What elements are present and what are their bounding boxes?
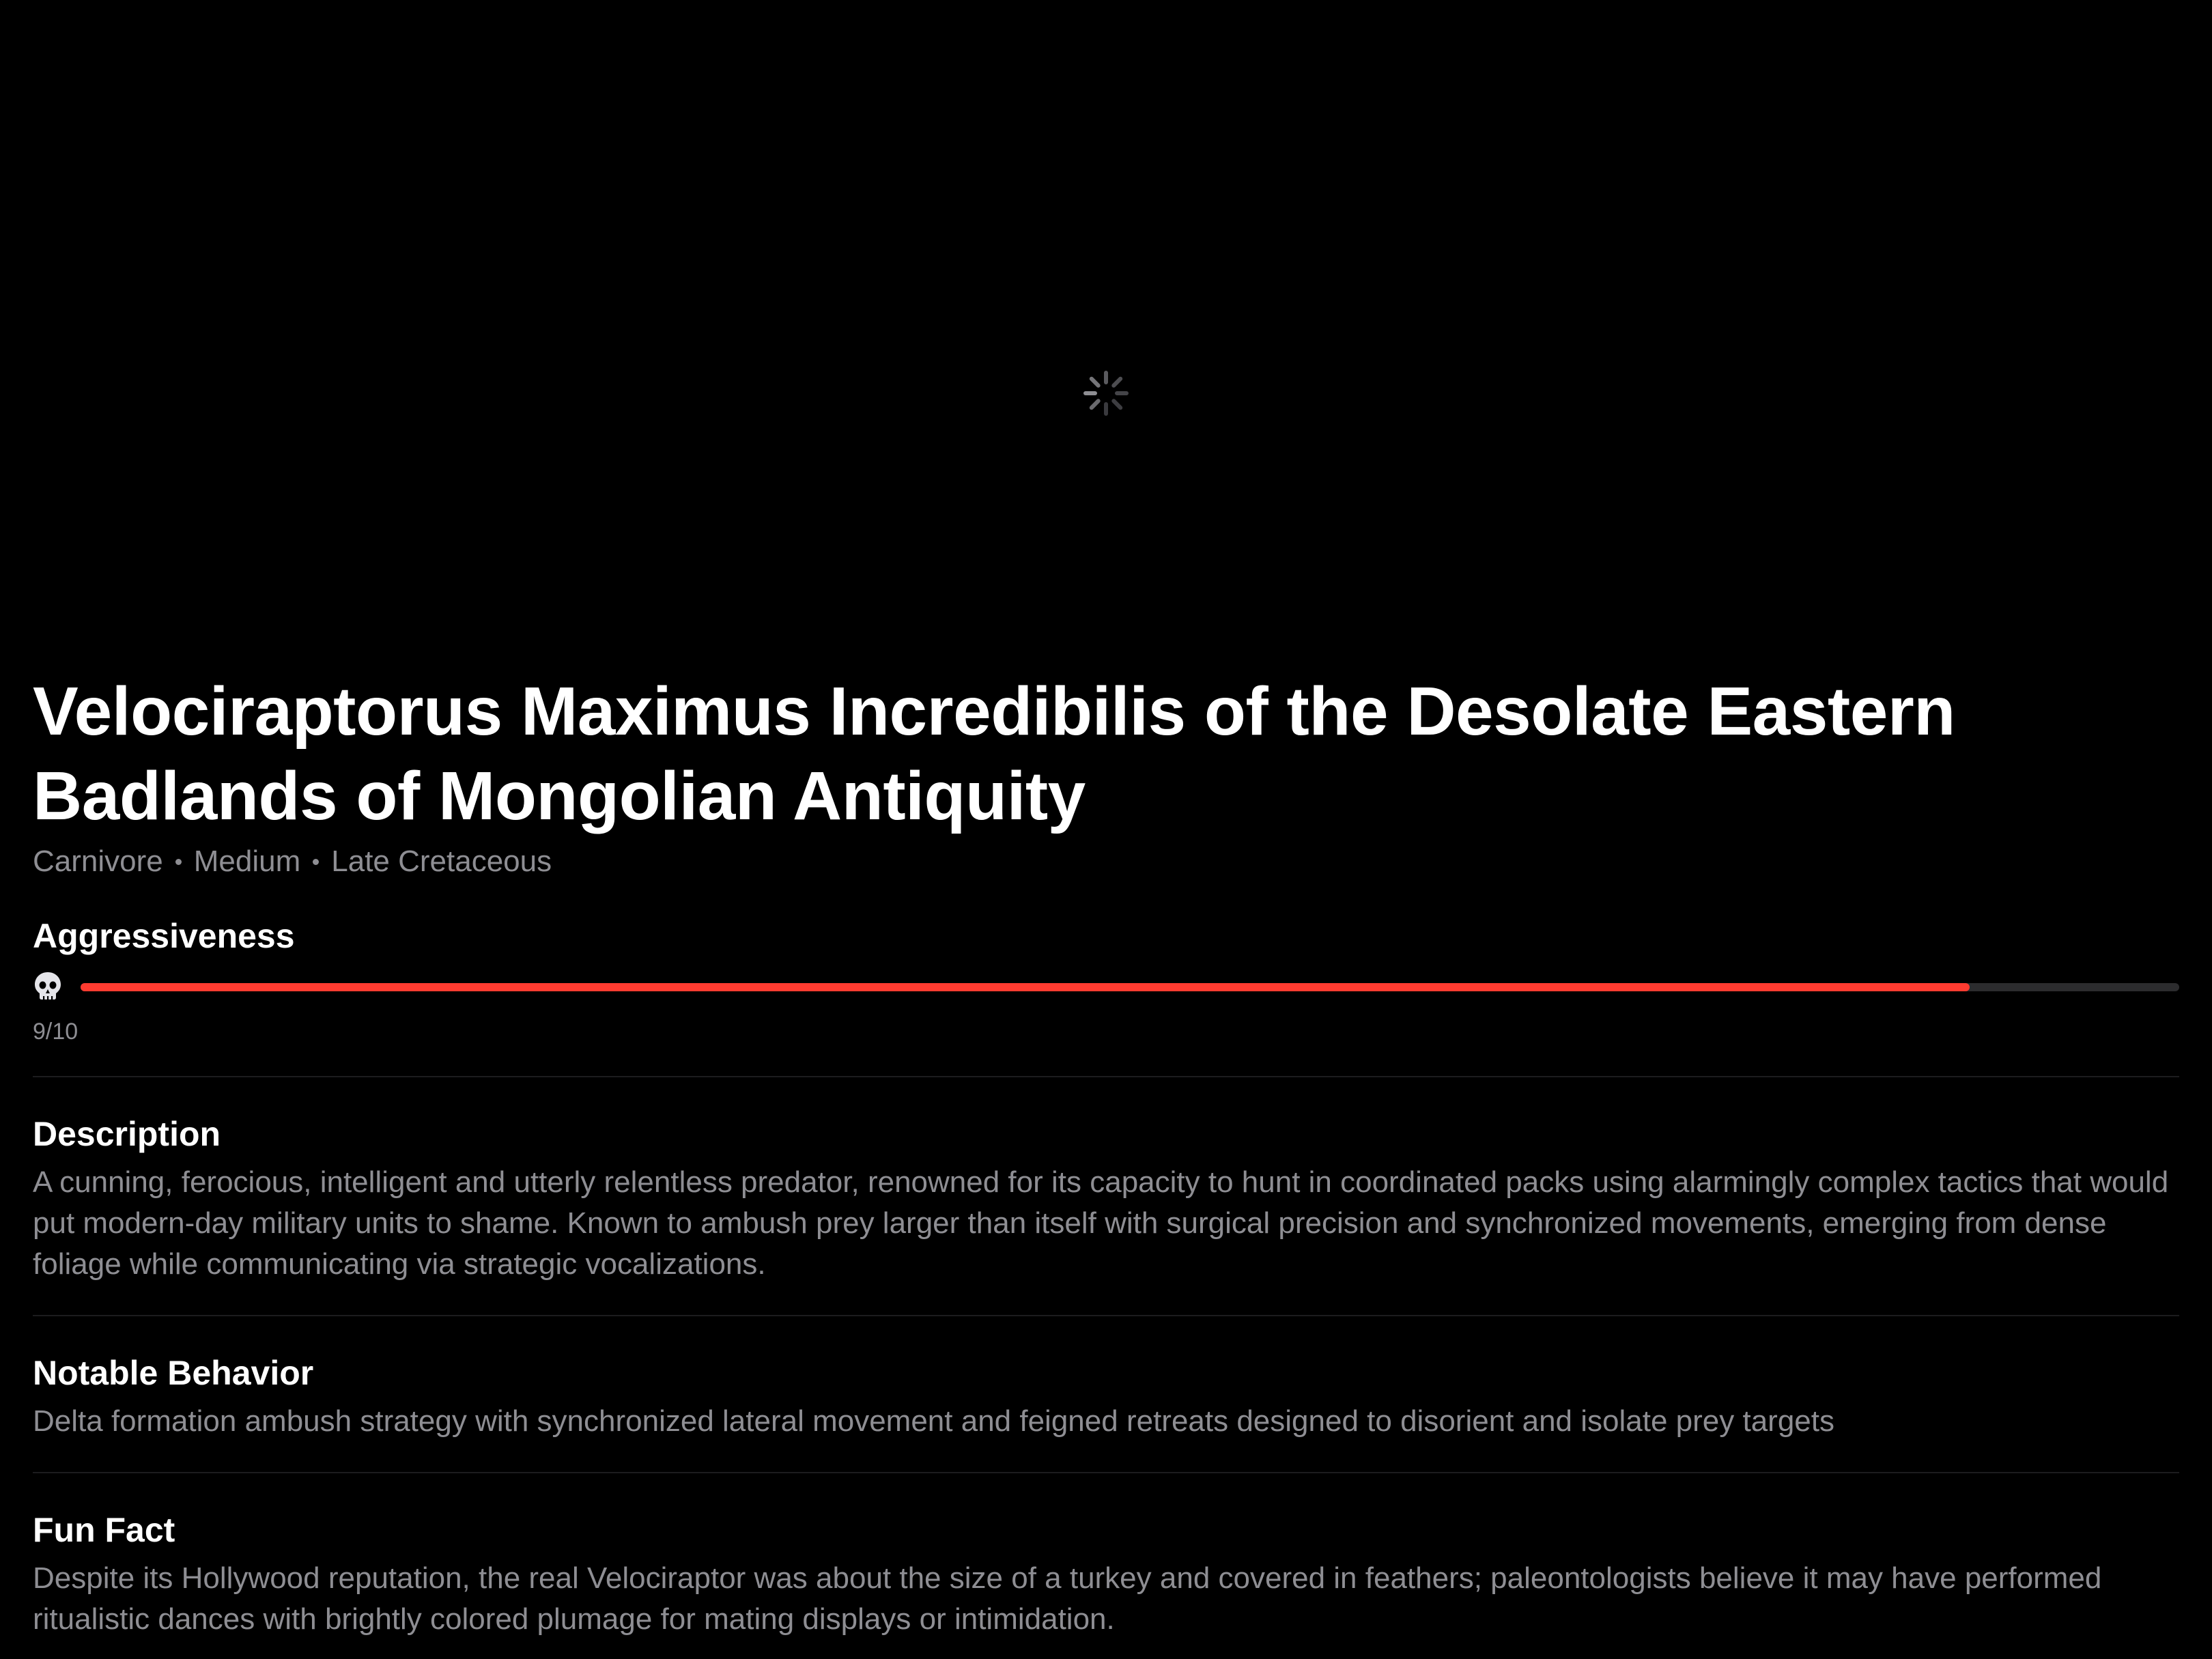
description-section: Description A cunning, ferocious, intell…	[33, 1077, 2179, 1285]
aggressiveness-score: 9/10	[33, 1019, 79, 1045]
aggressiveness-meter	[33, 968, 2179, 1006]
activity-indicator-icon	[1083, 371, 1129, 416]
fun-fact-section: Fun Fact Despite its Hollywood reputatio…	[33, 1473, 2179, 1640]
fun-fact-text: Despite its Hollywood reputation, the re…	[33, 1561, 2102, 1636]
aggressiveness-fill	[81, 983, 1970, 991]
notable-behavior-section: Notable Behavior Delta formation ambush …	[33, 1316, 2179, 1442]
diet-label: Carnivore	[33, 845, 163, 878]
description-heading: Description	[33, 1115, 221, 1153]
aggressiveness-section: Aggressiveness 9/10	[33, 915, 2179, 1046]
notable-behavior-text: Delta formation ambush strategy with syn…	[33, 1404, 1834, 1438]
detail-content: Velociraptorus Maximus Incredibilis of t…	[33, 669, 2179, 1640]
skull-icon	[35, 972, 61, 1000]
aggressiveness-heading: Aggressiveness	[33, 917, 295, 955]
notable-behavior-heading: Notable Behavior	[33, 1354, 314, 1392]
aggressiveness-track	[81, 983, 2179, 991]
hero-image-area	[0, 0, 2212, 642]
period-label: Late Cretaceous	[331, 845, 552, 878]
size-label: Medium	[193, 845, 301, 878]
fun-fact-heading: Fun Fact	[33, 1511, 175, 1549]
dinosaur-name-title: Velociraptorus Maximus Incredibilis of t…	[33, 673, 1955, 834]
separator-dot	[313, 858, 320, 865]
description-text: A cunning, ferocious, intelligent and ut…	[33, 1165, 2169, 1281]
separator-dot	[175, 858, 182, 865]
dinosaur-meta-line: Carnivore Medium Late Cretaceous	[33, 842, 2179, 881]
